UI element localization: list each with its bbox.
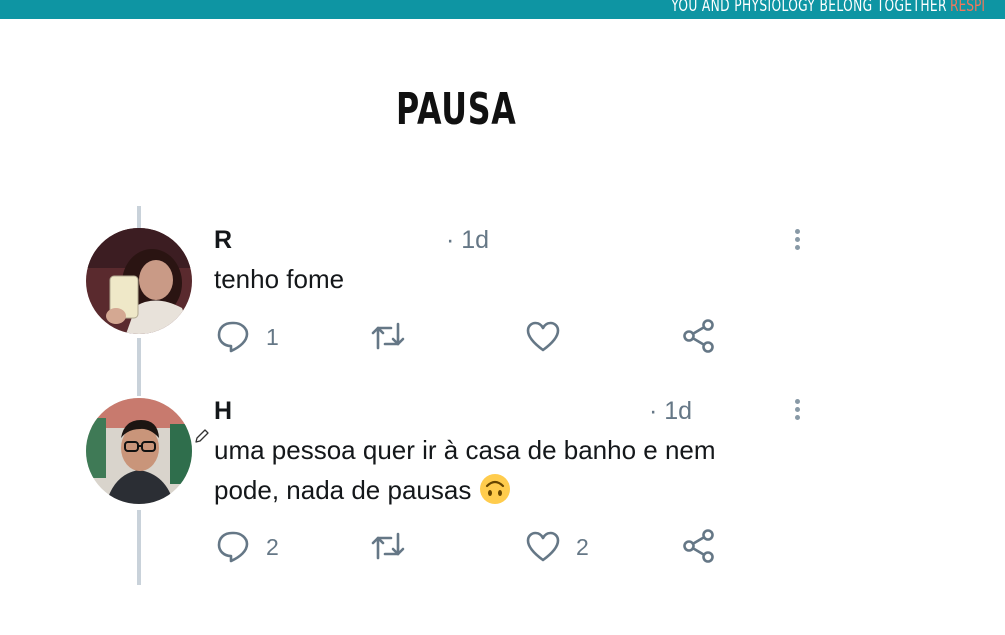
more-options-icon[interactable] (795, 399, 801, 423)
thread-line (137, 510, 141, 585)
tweet-text-line: uma pessoa quer ir à casa de banho e nem (214, 435, 716, 465)
tweet-text-line: pode, nada de pausas (214, 470, 511, 510)
tweet-text-line: pode, nada de pausas (214, 475, 472, 505)
tweet-username[interactable]: R (214, 226, 232, 255)
share-icon[interactable] (682, 319, 716, 353)
like-count: 2 (576, 534, 589, 560)
reply-icon[interactable] (216, 319, 250, 353)
retweet-icon[interactable] (371, 319, 405, 353)
thread-line (137, 206, 141, 228)
reply-icon[interactable] (216, 529, 250, 563)
tweet-text: tenho fome (214, 264, 345, 294)
reply-count: 2 (266, 534, 279, 560)
top-banner: YOU AND PHYSIOLOGY BELONG TOGETHER RESPI (0, 0, 1005, 19)
pencil-icon (195, 429, 209, 443)
avatar[interactable] (86, 228, 192, 334)
banner-text: YOU AND PHYSIOLOGY BELONG TOGETHER (671, 0, 947, 16)
like-icon[interactable] (526, 530, 560, 564)
tweet-username[interactable]: H (214, 397, 232, 426)
like-icon[interactable] (526, 320, 560, 354)
slide-title: PAUSA (396, 84, 517, 135)
avatar[interactable] (86, 398, 192, 504)
thread-line (137, 338, 141, 396)
more-options-icon[interactable] (795, 229, 801, 253)
banner-accent-text: RESPI (950, 0, 985, 16)
upside-down-face-icon (479, 474, 510, 504)
reply-count: 1 (266, 324, 279, 350)
tweet-time[interactable]: · 1d (446, 226, 489, 255)
share-icon[interactable] (682, 529, 716, 563)
tweet-time[interactable]: · 1d (649, 397, 692, 426)
retweet-icon[interactable] (371, 529, 405, 563)
